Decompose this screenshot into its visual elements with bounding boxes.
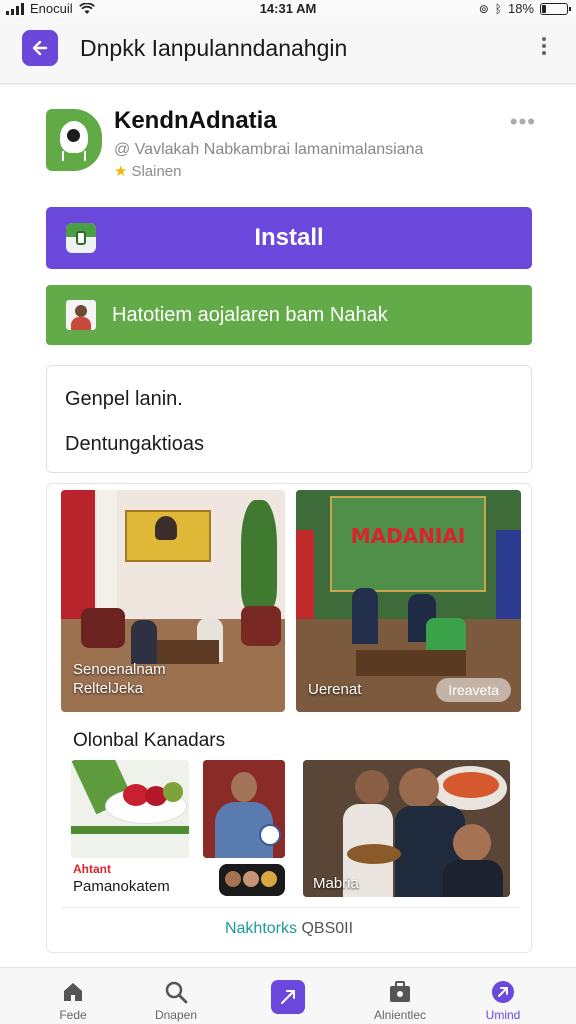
media-gallery: Senoenalnam ReltelJeka MADANIAI Uerenat I…: [46, 483, 532, 953]
food-thumbnail[interactable]: [71, 760, 189, 858]
participant-avatar: [243, 871, 259, 887]
bottom-nav: Fede Dnapen Alnientlec Umind: [0, 967, 576, 1024]
gallery-link-highlight: Nakhtorks: [224, 920, 297, 937]
star-icon: ★: [114, 163, 128, 180]
arrow-left-icon: [32, 40, 48, 56]
install-app-icon: [66, 223, 96, 253]
app-bar: Dnpkk Ianpulanndanahgin: [0, 18, 576, 84]
nav-label-home: Fede: [59, 1008, 87, 1022]
media-tile-2[interactable]: MADANIAI Uerenat Ireaveta: [296, 490, 521, 712]
nav-item-profile[interactable]: Umind: [448, 968, 558, 1024]
nav-item-home[interactable]: Fede: [18, 968, 128, 1024]
promo-button[interactable]: Hatotiem aojalaren bam Nahak: [46, 285, 532, 345]
media-tile-1[interactable]: Senoenalnam ReltelJeka: [61, 490, 285, 712]
app-logo-icon: [46, 109, 102, 171]
briefcase-icon: [390, 981, 410, 1002]
status-bar: Enocuil 14:31 AM ⊚ ᛒ 18%: [0, 0, 576, 18]
info-box: Genpel lanin. Dentungaktioas: [46, 365, 532, 473]
media-2-caption: Uerenat: [308, 681, 362, 698]
gallery-link-rest: QBS0II: [297, 920, 354, 937]
nav-item-search[interactable]: Dnapen: [121, 968, 231, 1024]
nav-label-activity: Alnientlec: [373, 1008, 427, 1022]
search-icon: [165, 981, 188, 1004]
promo-label: Hatotiem aojalaren bam Nahak: [112, 304, 388, 326]
gallery-link[interactable]: Nakhtorks QBS0II: [47, 920, 531, 938]
app-header: KendnAdnatia @ Vavlakah Nabkambrai laman…: [46, 107, 536, 197]
battery-percent: 18%: [507, 1, 534, 16]
battery-icon: [540, 2, 571, 15]
participant-avatar: [261, 871, 277, 887]
nav-label-profile: Umind: [485, 1008, 521, 1022]
more-horizontal-icon: •••: [509, 109, 536, 134]
app-rating: ★ Slainen: [114, 162, 182, 180]
page-title: Dnpkk Ianpulanndanahgin: [80, 35, 348, 61]
divider: [61, 907, 519, 908]
food-label: Pamanokatem: [73, 878, 170, 895]
kebab-menu-icon: [542, 37, 546, 55]
group-thumbnail[interactable]: Mabria: [303, 760, 510, 897]
nav-item-compose[interactable]: [233, 968, 343, 1024]
media-2-pill[interactable]: Ireaveta: [436, 678, 511, 702]
promo-avatar: [66, 300, 96, 330]
location-icon: ⊚: [478, 1, 489, 16]
rating-label: Slainen: [131, 163, 182, 180]
install-label: Install: [254, 224, 324, 251]
status-right: ⊚ ᛒ 18%: [478, 1, 571, 16]
kebab-menu-button[interactable]: [536, 36, 552, 62]
participants-strip[interactable]: [219, 864, 285, 896]
info-line-2: Dentungaktioas: [65, 433, 204, 455]
app-name: KendnAdnatia: [114, 107, 277, 134]
back-button[interactable]: [22, 30, 58, 66]
more-options-button[interactable]: •••: [510, 109, 536, 135]
info-line-1: Genpel lanin.: [65, 388, 183, 410]
compose-icon: [281, 990, 295, 1004]
app-subtitle: @ Vavlakah Nabkambrai lamanimalansiana: [114, 141, 424, 158]
main-content: KendnAdnatia @ Vavlakah Nabkambrai laman…: [0, 85, 576, 967]
bluetooth-icon: ᛒ: [494, 1, 502, 16]
battery-fill: [542, 4, 547, 13]
home-icon: [64, 983, 82, 1001]
participant-avatar: [225, 871, 241, 887]
media-1-caption-line-2: ReltelJeka: [73, 680, 144, 697]
section-title: Olonbal Kanadars: [73, 730, 226, 751]
compose-button: [271, 980, 305, 1014]
install-button[interactable]: Install: [46, 207, 532, 269]
media-1-caption-line-1: Senoenalnam: [73, 661, 166, 678]
group-thumb-caption: Mabria: [313, 875, 359, 892]
portrait-thumbnail[interactable]: [203, 760, 285, 858]
profile-icon: [492, 981, 514, 1003]
nav-label-search: Dnapen: [154, 1008, 198, 1022]
media-2-banner-text: MADANIAI: [350, 524, 466, 548]
food-label-highlight: Ahtant: [73, 862, 111, 876]
nav-item-activity[interactable]: Alnientlec: [345, 968, 455, 1024]
